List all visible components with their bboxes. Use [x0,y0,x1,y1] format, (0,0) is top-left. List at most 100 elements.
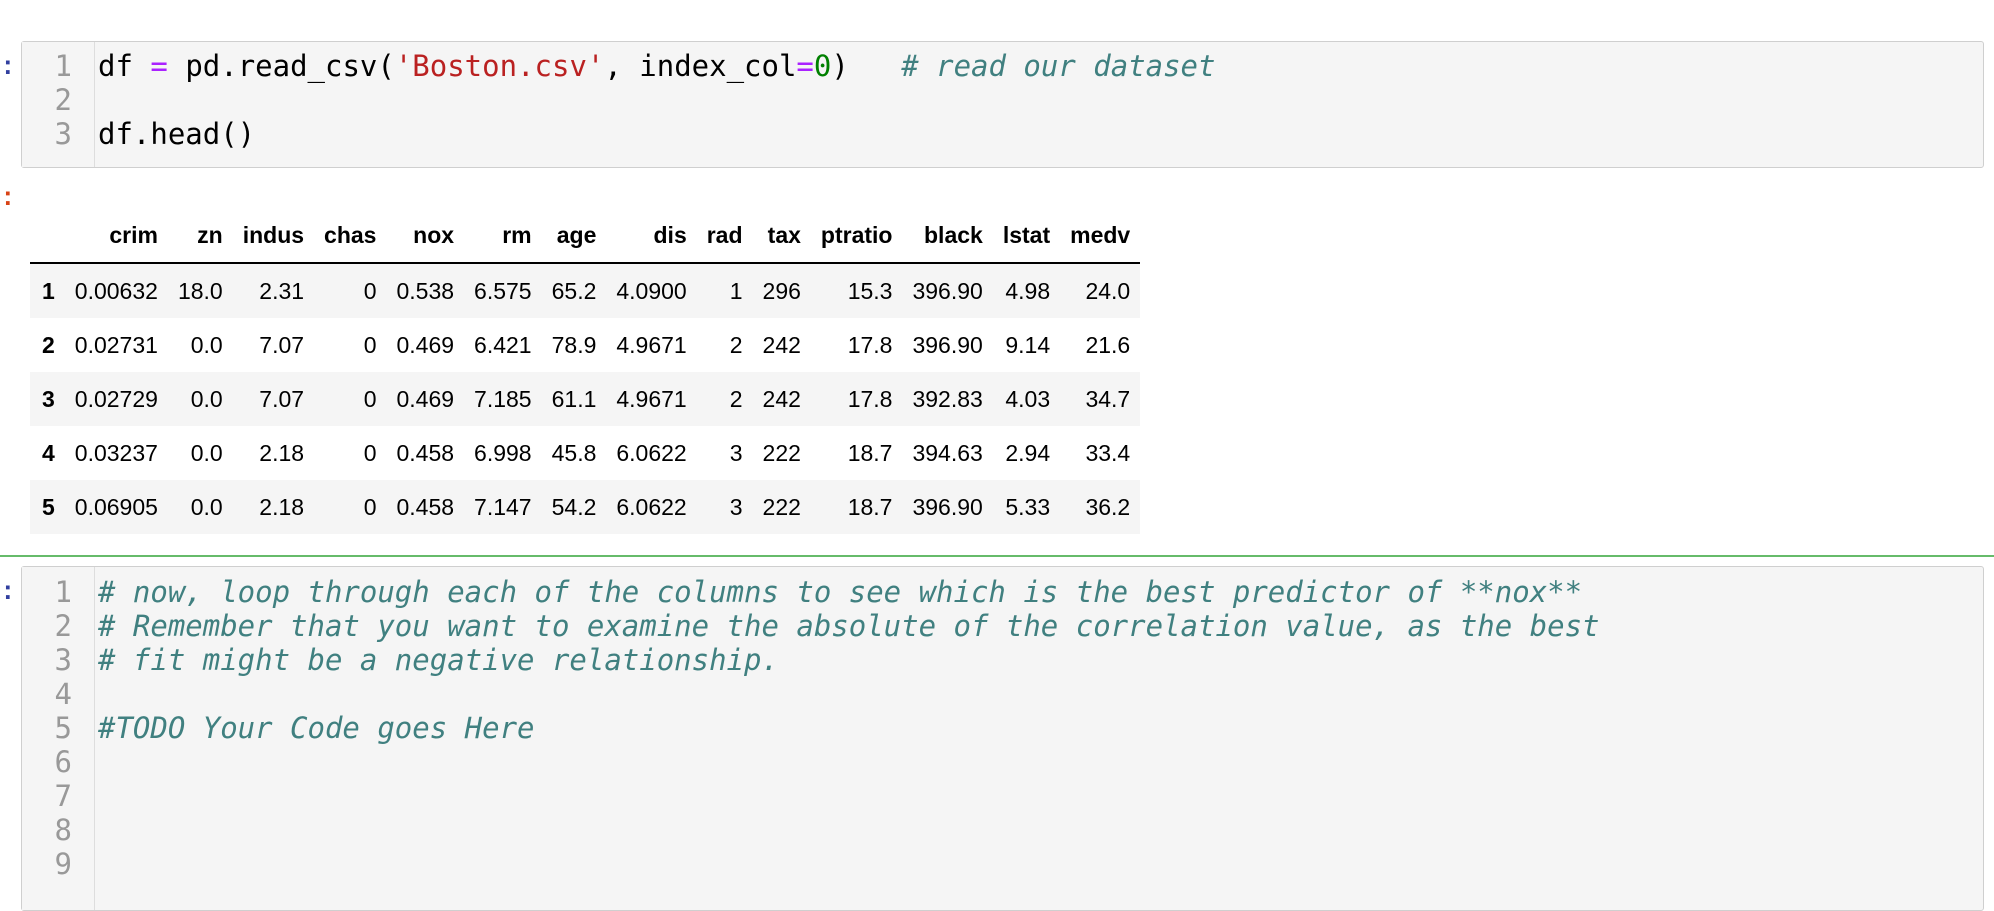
table-cell-age: 45.8 [551,439,597,466]
table-cell-indus: 7.07 [259,385,305,412]
code-line[interactable]: 6 [22,745,1983,779]
table-cell-rad: 3 [729,493,743,520]
table-cell-tax: 242 [762,331,801,358]
table-row: 5 0.06905 0.0 2.18 0 0.458 7.147 54.2 6.0622 3 222… [30,480,1141,534]
line-number: 2 [54,83,72,117]
table-cell-medv: 21.6 [1085,331,1131,358]
table-cell-tax: 242 [762,385,801,412]
code-line[interactable]: 8 [22,813,1983,847]
line-number: 1 [54,575,72,609]
code-token-cmt: #TODO Your Code goes Here [98,711,535,745]
table-cell-ptratio: 18.7 [847,439,893,466]
code-text[interactable]: #TODO Your Code goes Here [98,711,535,745]
index-header [30,208,65,264]
row-index: 1 [42,277,55,304]
code-line[interactable]: 4 [22,677,1983,711]
table-cell-tax: 296 [762,277,801,304]
line-number: 3 [54,117,72,151]
table-cell-zn: 0.0 [190,493,223,520]
table-cell-black: 396.90 [912,277,983,304]
column-header-zn: zn [167,208,233,264]
code-token-plain: , index_col [604,49,797,83]
output-prompt-1: : [0,183,16,213]
table-cell-nox: 0.538 [396,277,455,304]
table-cell-zn: 0.0 [190,439,223,466]
table-row: 4 0.03237 0.0 2.18 0 0.458 6.998 45.8 6.0622 3 222… [30,426,1140,480]
code-line[interactable]: 3 # fit might be a negative relationship. [22,643,1983,677]
table-cell-indus: 2.18 [259,493,305,520]
table-header-row: crim zn indus chas nox rm age dis rad tax ptratio b… [30,208,1141,264]
column-header-rad: rad [696,208,753,264]
code-token-op: = [796,49,814,83]
table-cell-rm: 7.147 [474,493,532,520]
code-token-plain: df [98,49,151,83]
table-cell-dis: 6.0622 [616,439,687,466]
line-number: 5 [54,711,72,745]
row-index: 3 [42,385,55,412]
code-cell-1[interactable]: 1 df = pd.read_csv('Boston.csv', index_co… [21,41,1984,168]
table-cell-crim: 0.03237 [74,439,158,466]
table-cell-chas: 0 [363,331,377,358]
code-token-plain: df.head() [98,117,256,151]
column-header-tax: tax [752,208,811,264]
table-cell-rad: 2 [729,331,743,358]
line-number: 2 [54,609,72,643]
table-cell-zn: 0.0 [190,385,223,412]
output-area: crim zn indus chas nox rm age dis rad tax ptratio b… [30,208,1141,534]
code-text[interactable]: # fit might be a negative relationship. [98,643,779,677]
table-cell-nox: 0.469 [396,385,455,412]
code-line[interactable]: 1 df = pd.read_csv('Boston.csv', index_co… [22,49,1983,83]
code-line[interactable]: 2 # Remember that you want to examine the… [22,609,1983,643]
table-cell-lstat: 4.03 [1005,385,1051,412]
code-text[interactable]: # Remember that you want to examine the … [98,609,1600,643]
line-number: 7 [54,779,72,813]
table-cell-ptratio: 17.8 [847,385,893,412]
table-cell-black: 396.90 [912,493,983,520]
table-cell-age: 65.2 [551,277,597,304]
table-row: 3 0.02729 0.0 7.07 0 0.469 7.185 61.1 4.9671 2 242… [30,372,1141,426]
table-cell-lstat: 5.33 [1005,493,1051,520]
code-token-cmt: # read our dataset [901,49,1216,83]
input-prompt-2: : [0,577,16,607]
column-header-crim: crim [64,208,168,264]
column-header-chas: chas [314,208,387,264]
code-text[interactable]: df = pd.read_csv('Boston.csv', index_col… [98,49,1215,83]
table-cell-nox: 0.469 [396,331,455,358]
table-cell-crim: 0.02731 [74,331,158,358]
table-cell-rm: 7.185 [474,385,532,412]
input-prompt-1: : [0,52,16,82]
code-line[interactable]: 9 [22,847,1983,881]
column-header-medv: medv [1060,208,1141,264]
code-token-num: 0 [813,49,832,83]
table-cell-lstat: 2.94 [1005,439,1051,466]
code-line[interactable]: 5 #TODO Your Code goes Here [22,711,1983,745]
table-cell-nox: 0.458 [396,493,455,520]
column-header-ptratio: ptratio [810,208,903,264]
line-number: 3 [54,643,72,677]
table-cell-black: 396.90 [912,331,983,358]
table-cell-crim: 0.02729 [74,385,158,412]
code-token-op: = [150,49,168,83]
table-cell-age: 54.2 [551,493,597,520]
code-line[interactable]: 3 df.head() [22,117,1983,151]
row-index: 2 [42,331,55,358]
table-cell-indus: 2.31 [259,277,305,304]
table-cell-dis: 4.9671 [616,385,687,412]
table-cell-medv: 33.4 [1085,439,1131,466]
table-cell-rad: 2 [729,385,743,412]
code-line[interactable]: 2 [22,83,1983,117]
column-header-rm: rm [464,208,542,264]
line-number: 6 [54,745,72,779]
code-token-cmt: # fit might be a negative relationship. [98,643,779,677]
table-cell-zn: 18.0 [177,277,223,304]
table-cell-chas: 0 [363,277,377,304]
table-row: 2 0.02731 0.0 7.07 0 0.469 6.421 78.9 4.9671 2 242… [30,318,1140,372]
code-line[interactable]: 1 # now, loop through each of the columns… [22,575,1983,609]
code-text[interactable]: # now, loop through each of the columns … [98,575,1582,609]
code-line[interactable]: 7 [22,779,1983,813]
cell-divider [0,555,1994,557]
line-number: 1 [54,49,72,83]
table-cell-tax: 222 [762,439,801,466]
code-cell-2[interactable]: 1 # now, loop through each of the columns… [21,566,1984,911]
code-text[interactable]: df.head() [98,117,255,151]
